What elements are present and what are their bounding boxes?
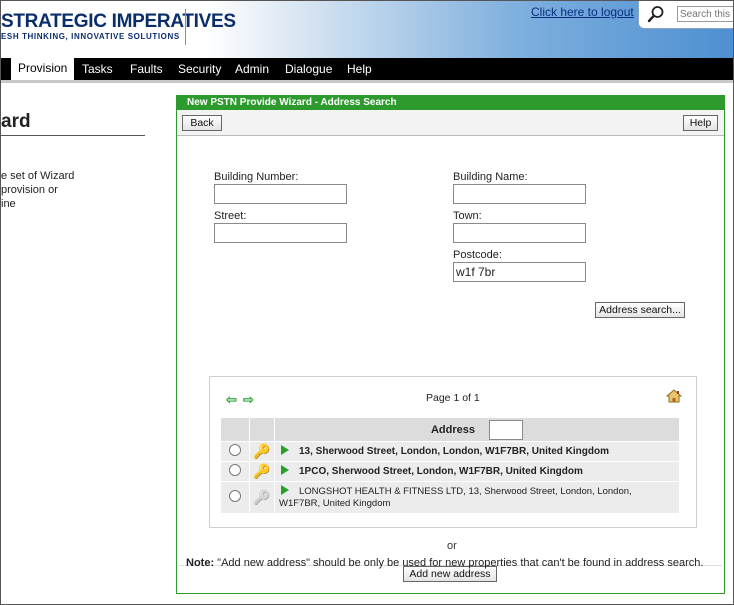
town-input[interactable] xyxy=(453,223,586,243)
key-icon: 🔑 xyxy=(253,489,271,505)
address-search-form: Building Number: Building Name: Street: … xyxy=(179,136,722,582)
prev-page-arrow-icon[interactable]: ⇦ xyxy=(226,392,237,408)
nav-tab-dialogue[interactable]: Dialogue xyxy=(285,62,332,76)
header-key-cell xyxy=(249,417,275,442)
home-icon[interactable] xyxy=(666,389,682,403)
postcode-label: Postcode: xyxy=(453,249,502,261)
address-table: Address 🔑 13, Sherwood Street, London, L… xyxy=(220,417,680,514)
address-text: 1PCO, Sherwood Street, London, W1F7BR, U… xyxy=(299,466,583,477)
address-text: 13, Sherwood Street, London, London, W1F… xyxy=(299,446,609,457)
table-row[interactable]: 🔑 1PCO, Sherwood Street, London, W1F7BR,… xyxy=(220,461,680,482)
nav-tab-help[interactable]: Help xyxy=(347,62,372,76)
expand-arrow-icon[interactable] xyxy=(281,465,289,475)
building-name-label: Building Name: xyxy=(453,171,528,183)
nav-tab-admin[interactable]: Admin xyxy=(235,62,269,76)
table-header-row: Address xyxy=(220,417,680,442)
note-label: Note: xyxy=(186,557,215,569)
wizard-panel: New PSTN Provide Wizard - Address Search… xyxy=(176,95,725,594)
description-line: provision or xyxy=(1,184,58,196)
table-row[interactable]: 🔑 13, Sherwood Street, London, London, W… xyxy=(220,441,680,462)
or-separator: or xyxy=(447,540,457,552)
header-select-cell xyxy=(220,417,250,442)
select-cell xyxy=(220,441,250,462)
note-body: "Add new address" should be only be used… xyxy=(214,557,704,569)
expand-arrow-icon[interactable] xyxy=(281,445,289,455)
key-icon: 🔑 xyxy=(253,443,271,459)
help-button[interactable]: Help xyxy=(683,115,718,131)
select-cell xyxy=(220,481,250,514)
brand-tagline: ESH THINKING, INNOVATIVE SOLUTIONS xyxy=(1,32,180,41)
building-name-input[interactable] xyxy=(453,184,586,204)
address-radio[interactable] xyxy=(229,464,241,476)
search-icon[interactable] xyxy=(647,5,665,23)
street-input[interactable] xyxy=(214,223,347,243)
nav-tab-tasks[interactable]: Tasks xyxy=(82,62,113,76)
address-cell: LONGSHOT HEALTH & FITNESS LTD, 13, Sherw… xyxy=(274,481,680,514)
postcode-input[interactable] xyxy=(453,262,586,282)
search-input[interactable] xyxy=(677,6,733,22)
address-filter-input[interactable] xyxy=(489,419,524,440)
nav-tab-faults[interactable]: Faults xyxy=(130,62,163,76)
nav-underline xyxy=(1,80,733,83)
brand-logo: STRATEGIC IMPERATIVES xyxy=(1,11,236,32)
page-indicator: Page 1 of 1 xyxy=(426,392,480,404)
address-text-cont: W1F7BR, United Kingdom xyxy=(279,497,391,509)
building-number-label: Building Number: xyxy=(214,171,299,183)
building-number-input[interactable] xyxy=(214,184,347,204)
description-line: e set of Wizard xyxy=(1,170,75,182)
results-pager: ⇦ ⇨ Page 1 of 1 xyxy=(214,383,692,409)
select-cell xyxy=(220,461,250,482)
town-label: Town: xyxy=(453,210,482,222)
table-row[interactable]: 🔑 LONGSHOT HEALTH & FITNESS LTD, 13, She… xyxy=(220,481,680,514)
search-box xyxy=(638,1,733,29)
nav-tab-provision[interactable]: Provision xyxy=(11,56,75,80)
title-divider xyxy=(1,135,145,136)
wizard-toolbar: Back Help xyxy=(177,110,724,136)
header-address-cell: Address xyxy=(274,417,680,442)
brand-divider xyxy=(185,9,186,45)
logout-link[interactable]: Click here to logout xyxy=(531,5,634,19)
page-description: e set of Wizard provision or ine xyxy=(1,169,151,211)
key-icon: 🔑 xyxy=(253,463,271,479)
wizard-title: New PSTN Provide Wizard - Address Search xyxy=(177,96,724,110)
expand-arrow-icon[interactable] xyxy=(281,485,289,495)
address-cell: 13, Sherwood Street, London, London, W1F… xyxy=(274,441,680,462)
address-column-header: Address xyxy=(430,423,476,436)
address-results-panel: ⇦ ⇨ Page 1 of 1 Address 🔑 13, Sherwood S… xyxy=(209,376,697,528)
next-page-arrow-icon[interactable]: ⇨ xyxy=(243,392,254,408)
app-window: STRATEGIC IMPERATIVES ESH THINKING, INNO… xyxy=(0,0,734,605)
nav-tab-security[interactable]: Security xyxy=(178,62,221,76)
header-banner: STRATEGIC IMPERATIVES ESH THINKING, INNO… xyxy=(1,1,733,58)
main-nav: Provision Tasks Faults Security Admin Di… xyxy=(1,56,733,80)
note-text: Note: "Add new address" should be only b… xyxy=(186,557,703,569)
street-label: Street: xyxy=(214,210,247,222)
address-radio[interactable] xyxy=(229,444,241,456)
back-button[interactable]: Back xyxy=(182,115,222,131)
address-search-button[interactable]: Address search... xyxy=(595,302,685,318)
key-cell: 🔑 xyxy=(249,481,275,514)
key-cell: 🔑 xyxy=(249,461,275,482)
address-cell: 1PCO, Sherwood Street, London, W1F7BR, U… xyxy=(274,461,680,482)
key-cell: 🔑 xyxy=(249,441,275,462)
address-radio[interactable] xyxy=(229,490,241,502)
page-title: ard xyxy=(1,111,31,132)
description-line: ine xyxy=(1,198,16,210)
address-text: LONGSHOT HEALTH & FITNESS LTD, 13, Sherw… xyxy=(299,485,632,497)
